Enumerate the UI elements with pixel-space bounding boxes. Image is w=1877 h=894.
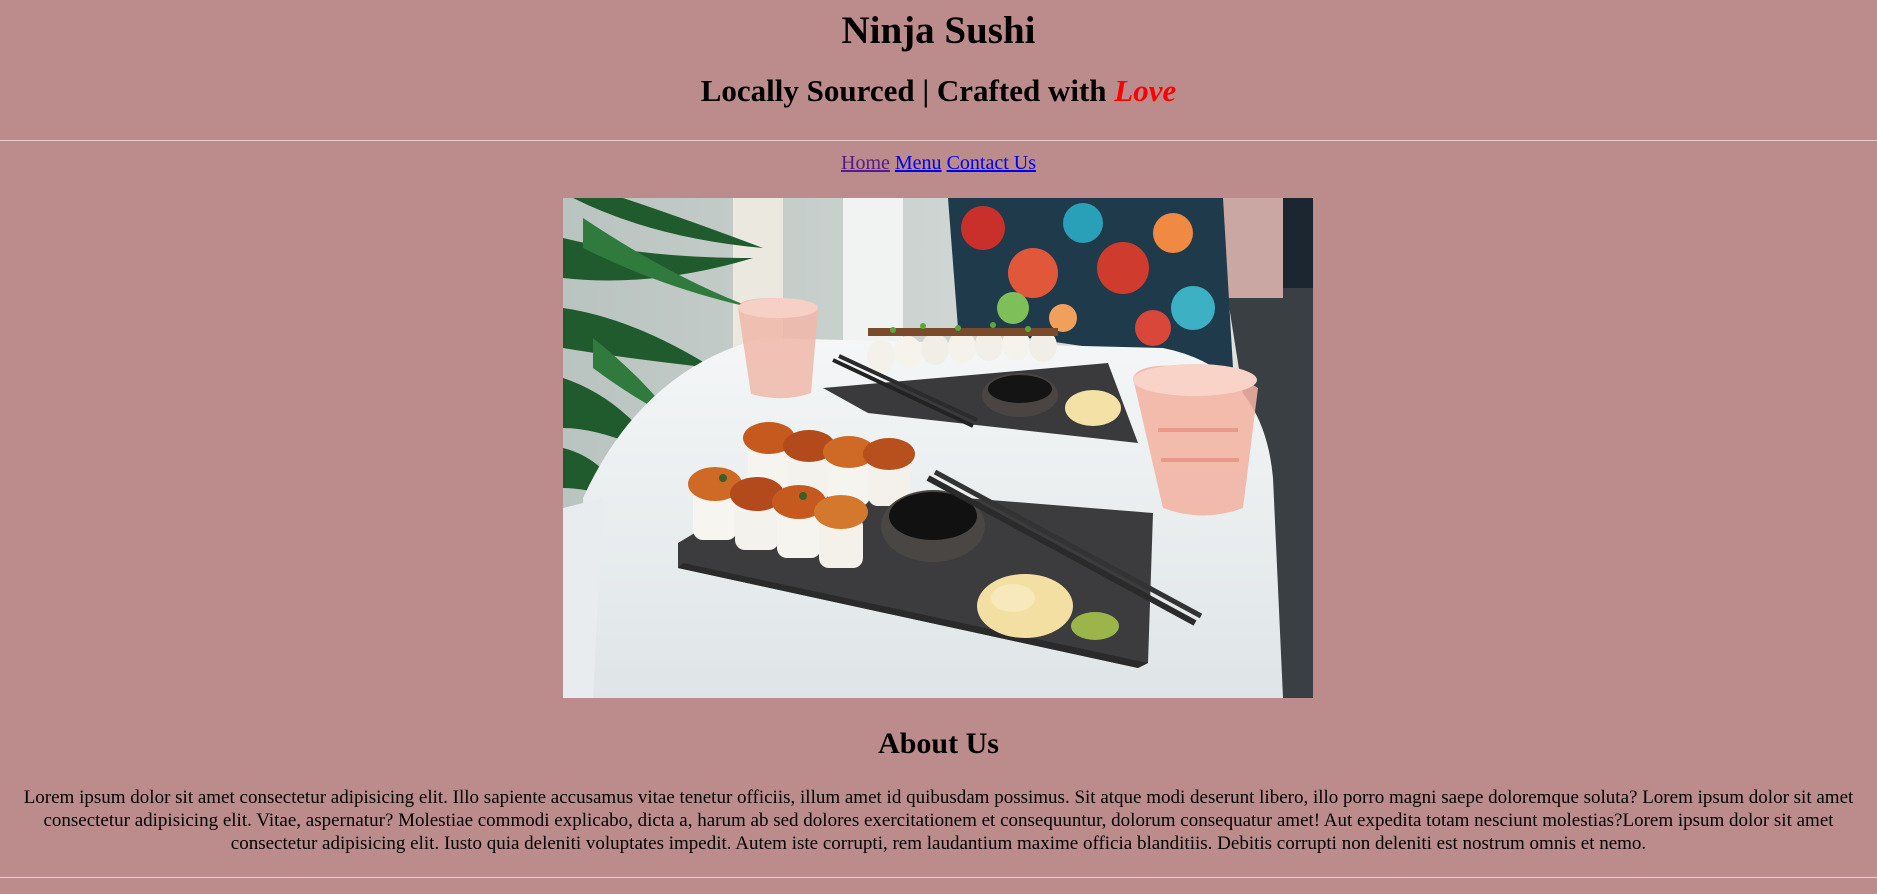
- about-title: About Us: [878, 727, 999, 760]
- nav-menu-link[interactable]: Menu: [895, 152, 942, 174]
- sushi-photo: [563, 198, 1313, 698]
- tagline-love: Love: [1114, 73, 1177, 108]
- tagline-text: Locally Sourced | Crafted with: [700, 73, 1115, 108]
- main-nav: Home Menu Contact Us: [0, 151, 1877, 175]
- nav-contact-link[interactable]: Contact Us: [947, 152, 1036, 174]
- top-divider: [0, 140, 1877, 141]
- about-text: Lorem ipsum dolor sit amet consectetur a…: [23, 787, 1854, 854]
- nav-home-link[interactable]: Home: [841, 152, 890, 174]
- tagline: Locally Sourced | Crafted with Love: [0, 73, 1877, 109]
- site-title: Ninja Sushi: [841, 9, 1036, 52]
- hero-image: [563, 198, 1313, 698]
- bottom-divider: [0, 877, 1877, 878]
